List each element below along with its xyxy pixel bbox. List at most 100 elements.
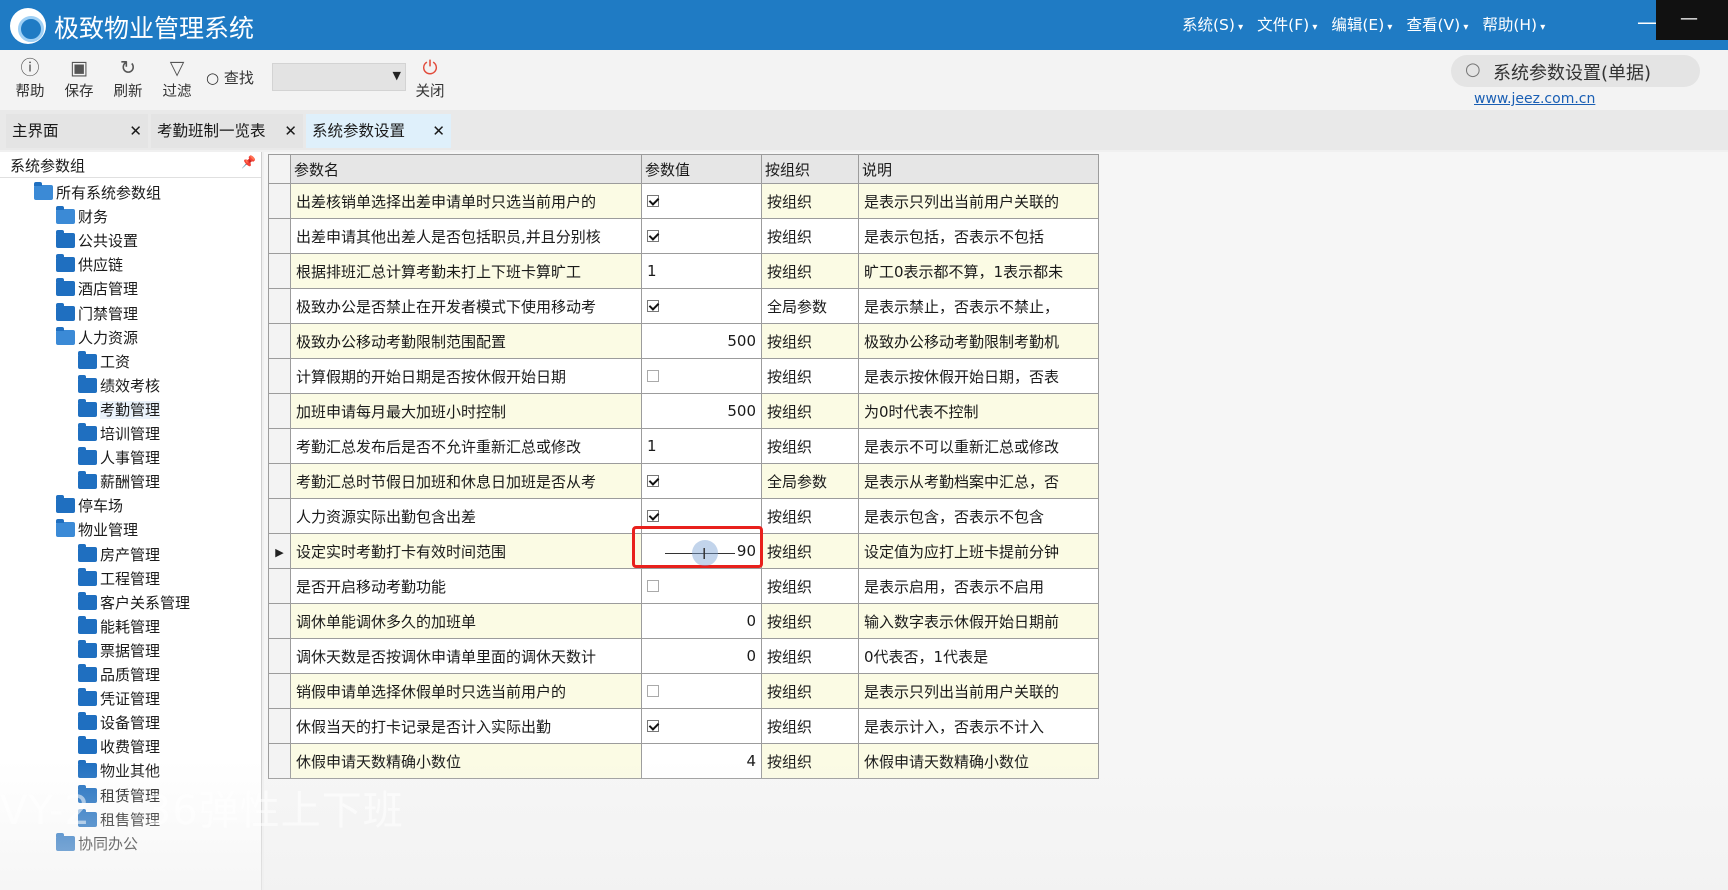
org-scope-cell[interactable]: 全局参数 [761,463,859,499]
org-scope-cell[interactable]: 按组织 [761,323,859,359]
description-cell[interactable]: 是表示启用，否表示不启用 [858,568,1099,604]
org-scope-cell[interactable]: 按组织 [761,638,859,674]
table-row[interactable]: 根据排班汇总计算考勤未打上下班卡算旷工 1 按组织 旷工0表示都不算，1表示都未 [268,253,1099,289]
table-row[interactable]: 休假当天的打卡记录是否计入实际出勤 按组织 是表示计入，否表示不计入 [268,708,1099,744]
find-button[interactable]: ○ 查找 [206,67,254,88]
param-name-cell[interactable]: 是否开启移动考勤功能 [290,568,642,604]
checkbox-checked[interactable] [647,475,659,487]
dropdown-arrow-icon[interactable]: ▼ [393,69,401,82]
row-header[interactable] [268,498,291,534]
param-value-cell[interactable]: 500 [641,393,762,429]
col-header-desc[interactable]: 说明 [858,154,1099,184]
tree-item[interactable]: 门禁管理 [56,302,138,325]
org-scope-cell[interactable]: 按组织 [761,428,859,464]
tree-item[interactable]: 考勤管理 [78,398,161,421]
org-scope-cell[interactable]: 按组织 [761,253,859,289]
checkbox-unchecked[interactable] [647,370,659,382]
website-link[interactable]: www.jeez.com.cn [1474,91,1595,107]
col-header-name[interactable]: 参数名 [290,154,642,184]
description-cell[interactable]: 输入数字表示休假开始日期前 [858,603,1099,639]
tree-item[interactable]: 人力资源 [56,326,138,349]
org-scope-cell[interactable]: 按组织 [761,533,859,569]
param-name-cell[interactable]: 设定实时考勤打卡有效时间范围 [290,533,642,569]
param-name-cell[interactable]: 出差申请其他出差人是否包括职员,并且分别核 [290,218,642,254]
tree-item[interactable]: 所有系统参数组 [34,182,161,204]
col-header-value[interactable]: 参数值 [641,154,762,184]
menu-view[interactable]: 查看(V) [1406,13,1468,35]
tree-item[interactable]: 培训管理 [78,423,160,445]
menu-file[interactable]: 文件(F) [1257,13,1317,35]
org-scope-cell[interactable]: 按组织 [761,393,859,429]
row-header[interactable] [268,638,291,674]
table-row[interactable]: 极致办公是否禁止在开发者模式下使用移动考 全局参数 是表示禁止，否表示不禁止， [268,288,1099,324]
window-close-area[interactable]: — [1656,0,1728,40]
minimize-button[interactable]: — [1637,10,1657,34]
description-cell[interactable]: 是表示不可以重新汇总或修改 [858,428,1099,464]
param-name-cell[interactable]: 出差核销单选择出差申请单时只选当前用户的 [290,183,642,219]
param-value-checkbox-cell[interactable] [641,463,762,499]
tree-item[interactable]: 财务 [56,206,108,228]
org-scope-cell[interactable]: 全局参数 [761,288,859,324]
tree-item[interactable]: 公共设置 [56,230,138,252]
org-scope-cell[interactable]: 按组织 [761,218,859,254]
menu-help[interactable]: 帮助(H) [1482,13,1545,35]
tree-item[interactable]: 工资 [78,350,130,373]
row-header[interactable] [268,463,291,499]
param-value-cell[interactable]: 500 [641,323,762,359]
row-header[interactable] [268,428,291,464]
close-icon[interactable]: ✕ [129,114,142,148]
description-cell[interactable]: 设定值为应打上班卡提前分钟 [858,533,1099,569]
param-name-cell[interactable]: 调休天数是否按调休申请单里面的调休天数计 [290,638,642,674]
tree-item[interactable]: 停车场 [56,495,123,517]
row-header[interactable] [268,603,291,639]
description-cell[interactable]: 是表示包含，否表示不包含 [858,498,1099,534]
description-cell[interactable]: 是表示只列出当前用户关联的 [858,673,1099,709]
row-header[interactable] [268,288,291,324]
org-scope-cell[interactable]: 按组织 [761,183,859,219]
param-name-cell[interactable]: 计算假期的开始日期是否按休假开始日期 [290,358,642,394]
table-row[interactable]: 出差核销单选择出差申请单时只选当前用户的 按组织 是表示只列出当前用户关联的 [268,183,1099,219]
param-value-checkbox-cell[interactable] [641,673,762,709]
description-cell[interactable]: 是表示禁止，否表示不禁止， [858,288,1099,324]
find-combo[interactable]: ▼ [272,63,406,91]
table-row[interactable]: 出差申请其他出差人是否包括职员,并且分别核 按组织 是表示包括，否表示不包括 [268,218,1099,254]
param-value-checkbox-cell[interactable] [641,568,762,604]
table-row[interactable]: 销假申请单选择休假单时只选当前用户的 按组织 是表示只列出当前用户关联的 [268,673,1099,709]
menu-edit[interactable]: 编辑(E) [1331,13,1392,35]
checkbox-checked[interactable] [647,300,659,312]
param-value-checkbox-cell[interactable] [641,708,762,744]
description-cell[interactable]: 旷工0表示都不算，1表示都未 [858,253,1099,289]
checkbox-checked[interactable] [647,510,659,522]
tree-item[interactable]: 供应链 [56,254,123,276]
row-header[interactable] [268,708,291,744]
close-button[interactable]: ⏻ 关闭 [410,56,450,101]
param-name-cell[interactable]: 考勤汇总时节假日加班和休息日加班是否从考 [290,463,642,499]
tree-item[interactable]: 绩效考核 [78,374,160,397]
table-row[interactable]: 考勤汇总发布后是否不允许重新汇总或修改 1 按组织 是表示不可以重新汇总或修改 [268,428,1099,464]
help-button[interactable]: ⓘ 帮助 [10,56,50,101]
table-row[interactable]: 调休单能调休多久的加班单 0 按组织 输入数字表示休假开始日期前 [268,603,1099,639]
description-cell[interactable]: 0代表否，1代表是 [858,638,1099,674]
param-name-cell[interactable]: 加班申请每月最大加班小时控制 [290,393,642,429]
org-scope-cell[interactable]: 按组织 [761,498,859,534]
tree-item[interactable]: 品质管理 [78,664,160,686]
table-row[interactable]: 加班申请每月最大加班小时控制 500 按组织 为0时代表不控制 [268,393,1099,429]
description-cell[interactable]: 是表示按休假开始日期，否表 [858,358,1099,394]
description-cell[interactable]: 是表示计入，否表示不计入 [858,708,1099,744]
table-row[interactable]: 计算假期的开始日期是否按休假开始日期 按组织 是表示按休假开始日期，否表 [268,358,1099,394]
param-name-cell[interactable]: 调休单能调休多久的加班单 [290,603,642,639]
checkbox-unchecked[interactable] [647,685,659,697]
table-row[interactable]: 是否开启移动考勤功能 按组织 是表示启用，否表示不启用 [268,568,1099,604]
tree-item[interactable]: 票据管理 [78,639,160,662]
menu-system[interactable]: 系统(S) [1182,13,1243,35]
checkbox-unchecked[interactable] [647,580,659,592]
pin-icon[interactable]: 📌 [241,155,256,169]
param-value-cell[interactable]: 0 [641,638,762,674]
description-cell[interactable]: 是表示只列出当前用户关联的 [858,183,1099,219]
param-value-checkbox-cell[interactable] [641,218,762,254]
tree-item[interactable]: 薪酬管理 [78,471,160,493]
checkbox-checked[interactable] [647,230,659,242]
tree-item[interactable]: 凭证管理 [78,688,160,710]
param-value-checkbox-cell[interactable] [641,288,762,324]
param-name-cell[interactable]: 人力资源实际出勤包含出差 [290,498,642,534]
